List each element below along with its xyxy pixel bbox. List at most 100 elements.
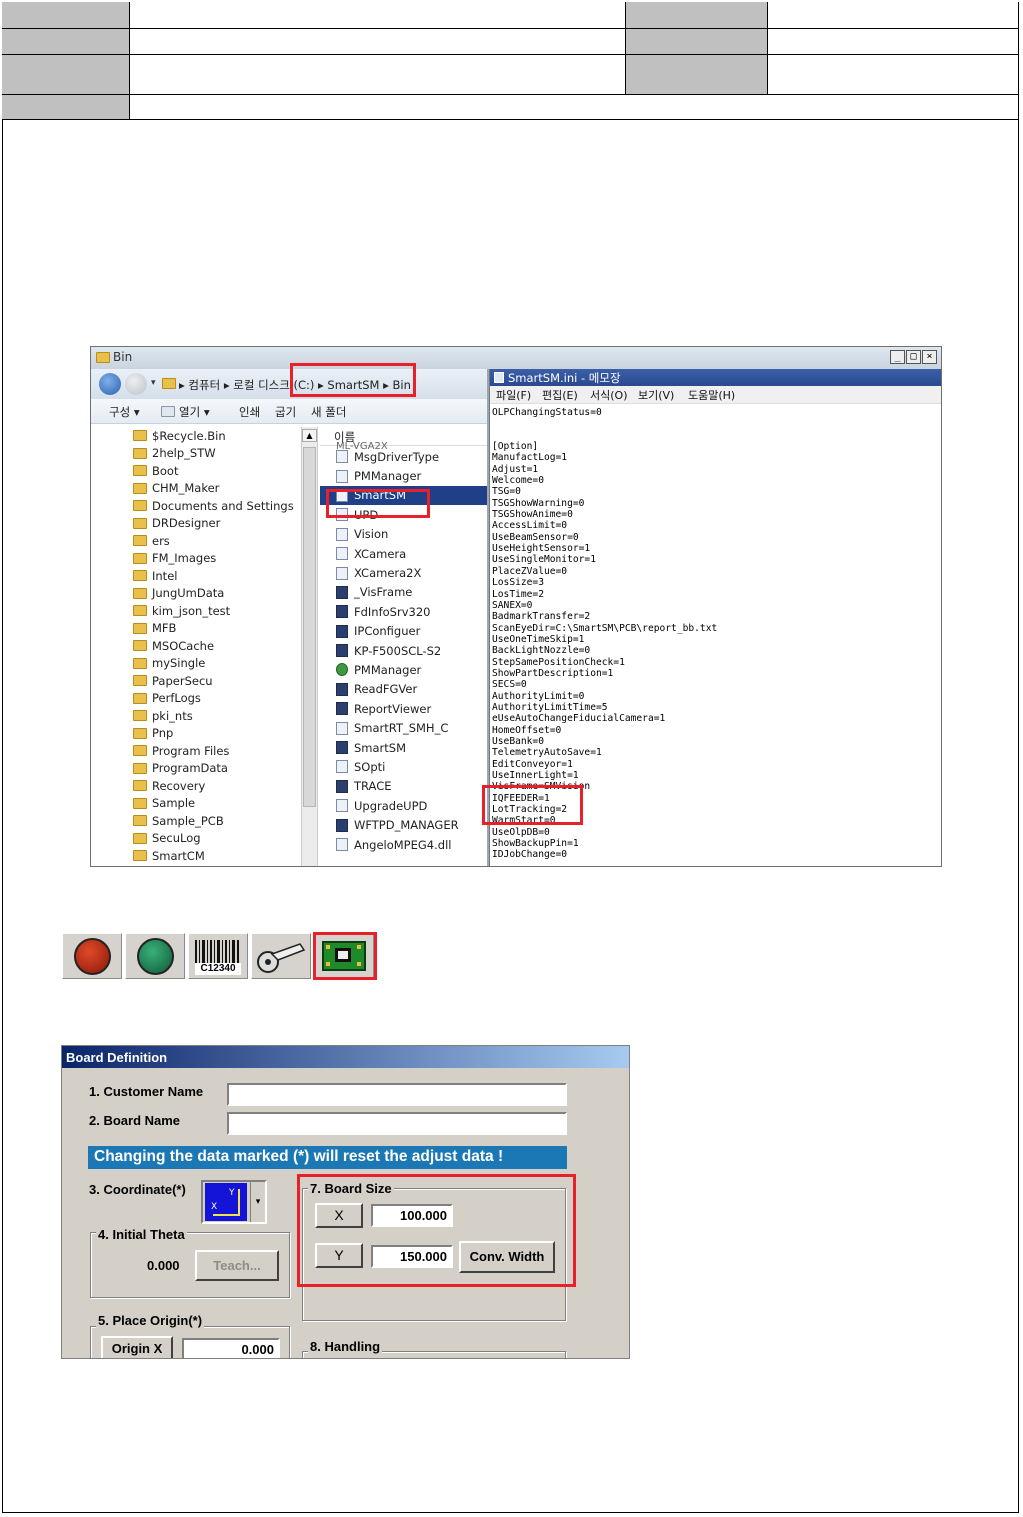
print-button[interactable]: 인쇄 — [239, 404, 260, 420]
tree-item[interactable]: DRDesigner — [97, 515, 301, 533]
file-list-item[interactable]: PMManager — [320, 660, 487, 679]
start-button[interactable] — [125, 933, 185, 979]
notepad-line: TSG=0 — [492, 486, 521, 498]
tree-item[interactable]: ers — [97, 532, 301, 550]
tree-scrollbar[interactable]: ▲ — [301, 427, 318, 866]
tree-item[interactable]: SmartCM — [97, 847, 301, 865]
close-icon[interactable]: × — [922, 350, 937, 364]
tree-item[interactable]: Sample_PCB — [97, 812, 301, 830]
file-list-item[interactable]: SmartSM — [320, 738, 487, 757]
header-cell — [130, 95, 1019, 120]
file-list-item[interactable]: AngeloMPEG4.dll — [320, 835, 487, 854]
green-light-icon — [137, 938, 174, 975]
tree-item-label: Recovery — [152, 778, 206, 793]
file-list-item[interactable]: IPConfiguer — [320, 622, 487, 641]
file-list-item-label: SmartRT_SMH_C — [354, 721, 449, 736]
chevron-down-icon[interactable]: ▾ — [250, 1182, 265, 1222]
notepad-menu-item[interactable]: 도움말(H) — [688, 387, 735, 403]
barcode-button[interactable]: C12340 — [188, 933, 248, 979]
tree-item[interactable]: MFB — [97, 620, 301, 638]
tree-item[interactable]: $Recycle.Bin — [97, 427, 301, 445]
tree-item[interactable]: FM_Images — [97, 550, 301, 568]
teach-button[interactable]: Teach... — [195, 1250, 279, 1281]
tree-item[interactable]: Recovery — [97, 777, 301, 795]
file-list-item[interactable]: ReportViewer — [320, 699, 487, 718]
tree-item[interactable]: Program Files — [97, 742, 301, 760]
file-list-item[interactable]: Vision — [320, 525, 487, 544]
notepad-menu-item[interactable]: 파일(F) — [496, 387, 531, 403]
folder-icon — [133, 745, 147, 757]
file-icon — [336, 450, 348, 464]
file-list-item[interactable]: SOpti — [320, 757, 487, 776]
origin-x-button[interactable]: Origin X — [101, 1336, 173, 1358]
file-list-item[interactable]: UpgradeUPD — [320, 796, 487, 815]
tree-item[interactable]: Pnp — [97, 725, 301, 743]
file-list-item[interactable]: TRACE — [320, 777, 487, 796]
tree-item-label: DRDesigner — [152, 516, 221, 531]
new-folder-button[interactable]: 새 폴더 — [311, 404, 346, 420]
notepad-menu-item[interactable]: 보기(V) — [638, 387, 674, 403]
minimize-icon[interactable]: _ — [890, 350, 905, 364]
file-icon — [336, 585, 348, 599]
file-icon — [336, 469, 348, 483]
organize-button[interactable]: 구성 ▾ — [109, 404, 140, 420]
coordinate-select[interactable]: Y X ▾ — [201, 1180, 267, 1224]
stop-button[interactable] — [62, 933, 122, 979]
back-icon[interactable] — [99, 373, 121, 395]
file-list-item[interactable]: ReadFGVer — [320, 680, 487, 699]
tree-item[interactable]: 2help_STW — [97, 445, 301, 463]
place-origin-label: 5. Place Origin(*) — [96, 1313, 205, 1328]
red-light-icon — [74, 938, 111, 975]
tree-item[interactable]: mySingle — [97, 655, 301, 673]
folder-icon — [133, 535, 147, 547]
file-icon — [336, 721, 348, 735]
tree-item[interactable]: kim_json_test — [97, 602, 301, 620]
file-list-item-label: TRACE — [354, 779, 392, 794]
board-name-field[interactable] — [227, 1112, 567, 1135]
tree-item[interactable]: Sample — [97, 795, 301, 813]
forward-icon[interactable] — [125, 373, 147, 395]
tree-item[interactable]: ProgramData — [97, 760, 301, 778]
header-cell — [626, 2, 768, 29]
dialog-titlebar: Board Definition — [62, 1046, 629, 1068]
tree-item[interactable]: Documents and Settings — [97, 497, 301, 515]
tree-item[interactable]: Boot — [97, 462, 301, 480]
folder-icon — [133, 657, 147, 669]
file-list-item[interactable]: MsgDriverType — [320, 447, 487, 466]
folder-icon — [133, 552, 147, 564]
file-list-item[interactable]: XCamera2X — [320, 563, 487, 582]
origin-x-field[interactable]: 0.000 — [182, 1338, 280, 1358]
maximize-icon[interactable]: □ — [906, 350, 921, 364]
file-icon — [336, 818, 348, 832]
tree-item[interactable]: PerfLogs — [97, 690, 301, 708]
tree-item[interactable]: CHM_Maker — [97, 480, 301, 498]
file-list-item[interactable]: _VisFrame — [320, 583, 487, 602]
file-list-item[interactable]: WFTPD_MANAGER — [320, 815, 487, 834]
header-cell — [130, 2, 626, 29]
notepad-line: Welcome=0 — [492, 475, 544, 487]
chevron-down-icon[interactable]: ▾ — [151, 378, 156, 388]
file-list-item[interactable]: FdInfoSrv320 — [320, 602, 487, 621]
tree-item-label: 2help_STW — [152, 446, 216, 461]
tree-item[interactable]: MSOCache — [97, 637, 301, 655]
feeder-button[interactable] — [251, 933, 311, 979]
file-list-item[interactable]: PMManager — [320, 466, 487, 485]
file-list-item[interactable]: XCamera — [320, 544, 487, 563]
scroll-up-icon[interactable]: ▲ — [302, 429, 317, 442]
folder-icon — [133, 797, 147, 809]
burn-button[interactable]: 굽기 — [275, 404, 296, 420]
open-button[interactable]: 열기 ▾ — [179, 404, 210, 420]
tree-item[interactable]: JungUmData — [97, 585, 301, 603]
notepad-menu-item[interactable]: 편집(E) — [542, 387, 578, 403]
notepad-menu-item[interactable]: 서식(O) — [590, 387, 627, 403]
customer-name-field[interactable] — [227, 1083, 567, 1106]
file-list-item[interactable]: KP-F500SCL-S2 — [320, 641, 487, 660]
tree-item[interactable]: SecuLog — [97, 830, 301, 848]
tree-item[interactable]: PaperSecu — [97, 672, 301, 690]
scroll-thumb[interactable] — [303, 447, 316, 807]
tree-item[interactable]: pki_nts — [97, 707, 301, 725]
file-list-item-label: PMManager — [354, 469, 422, 484]
file-list-item[interactable]: SmartRT_SMH_C — [320, 718, 487, 737]
file-icon — [336, 760, 348, 774]
tree-item[interactable]: Intel — [97, 567, 301, 585]
